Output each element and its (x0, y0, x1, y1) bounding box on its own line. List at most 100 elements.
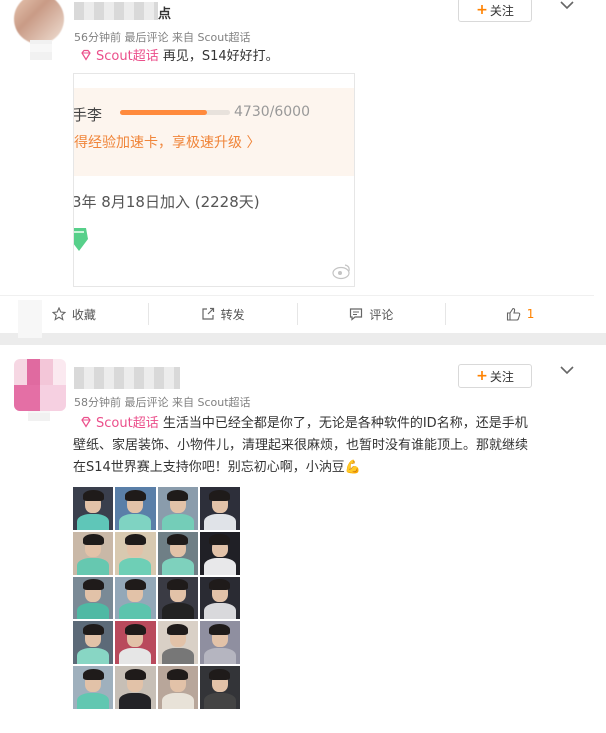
like-count: 1 (526, 307, 535, 321)
photo-thumbnail[interactable] (157, 666, 198, 709)
username-mask (74, 2, 158, 20)
photo-thumbnail[interactable] (199, 576, 240, 620)
chaohua-tag[interactable]: Scout超话 (80, 416, 163, 431)
photo-hair (167, 623, 189, 636)
embed-name-fragment: 手李 (73, 106, 103, 124)
follow-button[interactable]: + 关注 (458, 0, 532, 22)
plus-icon: + (476, 2, 488, 18)
comment-icon (350, 308, 363, 321)
photo-thumbnail[interactable] (115, 531, 156, 575)
repost-label: 转发 (220, 307, 245, 322)
follow-button-label: 关注 (489, 3, 514, 18)
avatar-blur-mask (30, 40, 52, 60)
photo-hair (82, 623, 104, 636)
photo-thumbnail[interactable] (199, 531, 240, 575)
photo-thumbnail[interactable] (73, 576, 114, 620)
photo-thumbnail[interactable] (115, 666, 156, 709)
like-button[interactable]: 1 (445, 303, 594, 325)
chaohua-tag-label: Scout超话 (96, 49, 159, 64)
photo-thumbnail[interactable] (115, 621, 156, 665)
photo-body (203, 692, 236, 709)
photo-body (119, 647, 152, 665)
photo-body (119, 603, 152, 620)
photo-body (77, 647, 110, 665)
photo-thumbnail[interactable] (73, 487, 114, 530)
photo-body (161, 513, 194, 530)
photo-thumbnail[interactable] (199, 621, 240, 665)
photo-hair (209, 623, 231, 636)
photo-body (161, 647, 194, 665)
photo-hair (82, 579, 104, 591)
chaohua-tag-label: Scout超话 (96, 416, 159, 431)
photo-body (203, 647, 236, 665)
photo-hair (167, 489, 189, 501)
photo-hair (124, 579, 146, 591)
photo-body (161, 692, 194, 709)
avatar[interactable] (14, 0, 64, 44)
embed-progress-fill (120, 110, 207, 115)
photo-thumbnail[interactable] (157, 576, 198, 620)
photo-hair (167, 579, 189, 591)
username-mask (74, 367, 180, 389)
photo-thumbnail[interactable] (199, 666, 240, 709)
plus-icon: + (476, 368, 488, 384)
chevron-down-icon[interactable] (556, 359, 578, 381)
photo-thumbnail[interactable] (157, 621, 198, 665)
photo-body (77, 513, 110, 530)
photo-body (119, 558, 152, 575)
photo-body (203, 558, 236, 575)
photo-hair (209, 668, 231, 680)
photo-thumbnail[interactable] (157, 531, 198, 575)
diamond-icon (81, 416, 91, 428)
embed-upgrade-text: 得经验加速卡，享极速升级 〉 (74, 135, 261, 151)
repost-button[interactable]: 转发 (147, 303, 297, 325)
photo-thumbnail[interactable] (199, 487, 240, 530)
embed-progress-text: 4730/6000 (234, 104, 310, 120)
post-text: Scout超话 生活当中已经全都是你了，无论是各种软件的ID名称，还是手机 壁纸… (73, 413, 573, 479)
post-actions-bar: 收藏 转发 评论 1 (0, 295, 594, 332)
weibo-watermark-icon (332, 264, 350, 280)
photo-hair (124, 489, 146, 501)
photo-hair (124, 668, 146, 680)
photo-body (77, 603, 110, 620)
comment-button[interactable]: 评论 (296, 303, 446, 325)
photo-hair (124, 623, 146, 636)
follow-button[interactable]: + 关注 (458, 364, 532, 388)
photo-hair (209, 489, 231, 501)
photo-thumbnail[interactable] (73, 531, 114, 575)
green-badge-icon (74, 228, 88, 251)
feed-separator (0, 333, 606, 345)
photo-hair (124, 534, 146, 546)
follow-button-label: 关注 (489, 369, 514, 384)
feed-card-2: 58分钟前 最后评论 来自 Scout超话 + 关注 Scout超话 生活当中已… (0, 345, 594, 733)
photo-hair (82, 489, 104, 501)
username[interactable]: 点 (158, 3, 171, 22)
embedded-screenshot[interactable]: 手李 4730/6000 得经验加速卡，享极速升级 〉 3年 8月18日加入 (… (73, 73, 355, 287)
photo-hair (209, 534, 231, 546)
photo-thumbnail[interactable] (157, 487, 198, 530)
photo-hair (167, 534, 189, 546)
chaohua-tag[interactable]: Scout超话 (80, 49, 163, 64)
post-body: 再见，S14好好打。 (162, 49, 279, 64)
photo-body (203, 603, 236, 620)
avatar-blur-mask (28, 411, 50, 421)
photo-hair (167, 668, 189, 680)
avatar-mosaic (14, 385, 66, 411)
post-text-line: Scout超话 生活当中已经全都是你了，无论是各种软件的ID名称，还是手机 (73, 413, 573, 435)
photo-thumbnail[interactable] (115, 576, 156, 620)
photo-hair (82, 534, 104, 546)
photo-thumbnail[interactable] (73, 666, 114, 709)
photo-body (77, 558, 110, 575)
photo-thumbnail[interactable] (115, 487, 156, 530)
photo-body (161, 603, 194, 620)
post-body-line-1: 生活当中已经全都是你了，无论是各种软件的ID名称，还是手机 (162, 416, 528, 431)
photo-thumbnail[interactable] (73, 621, 114, 665)
repost-icon (202, 307, 214, 320)
photo-hair (82, 668, 104, 680)
post-meta: 58分钟前 最后评论 来自 Scout超话 (74, 396, 251, 409)
post-body-line-2: 壁纸、家居装饰、小物件儿，清理起来很麻烦，也暂时没有谁能顶上。那就继续 (73, 438, 529, 453)
chevron-down-icon[interactable] (556, 0, 578, 16)
comment-label: 评论 (369, 307, 394, 322)
post-body-line-3: 在S14世界赛上支持你吧！别忘初心啊，小汭豆💪 (73, 460, 361, 475)
photo-body (77, 692, 110, 709)
